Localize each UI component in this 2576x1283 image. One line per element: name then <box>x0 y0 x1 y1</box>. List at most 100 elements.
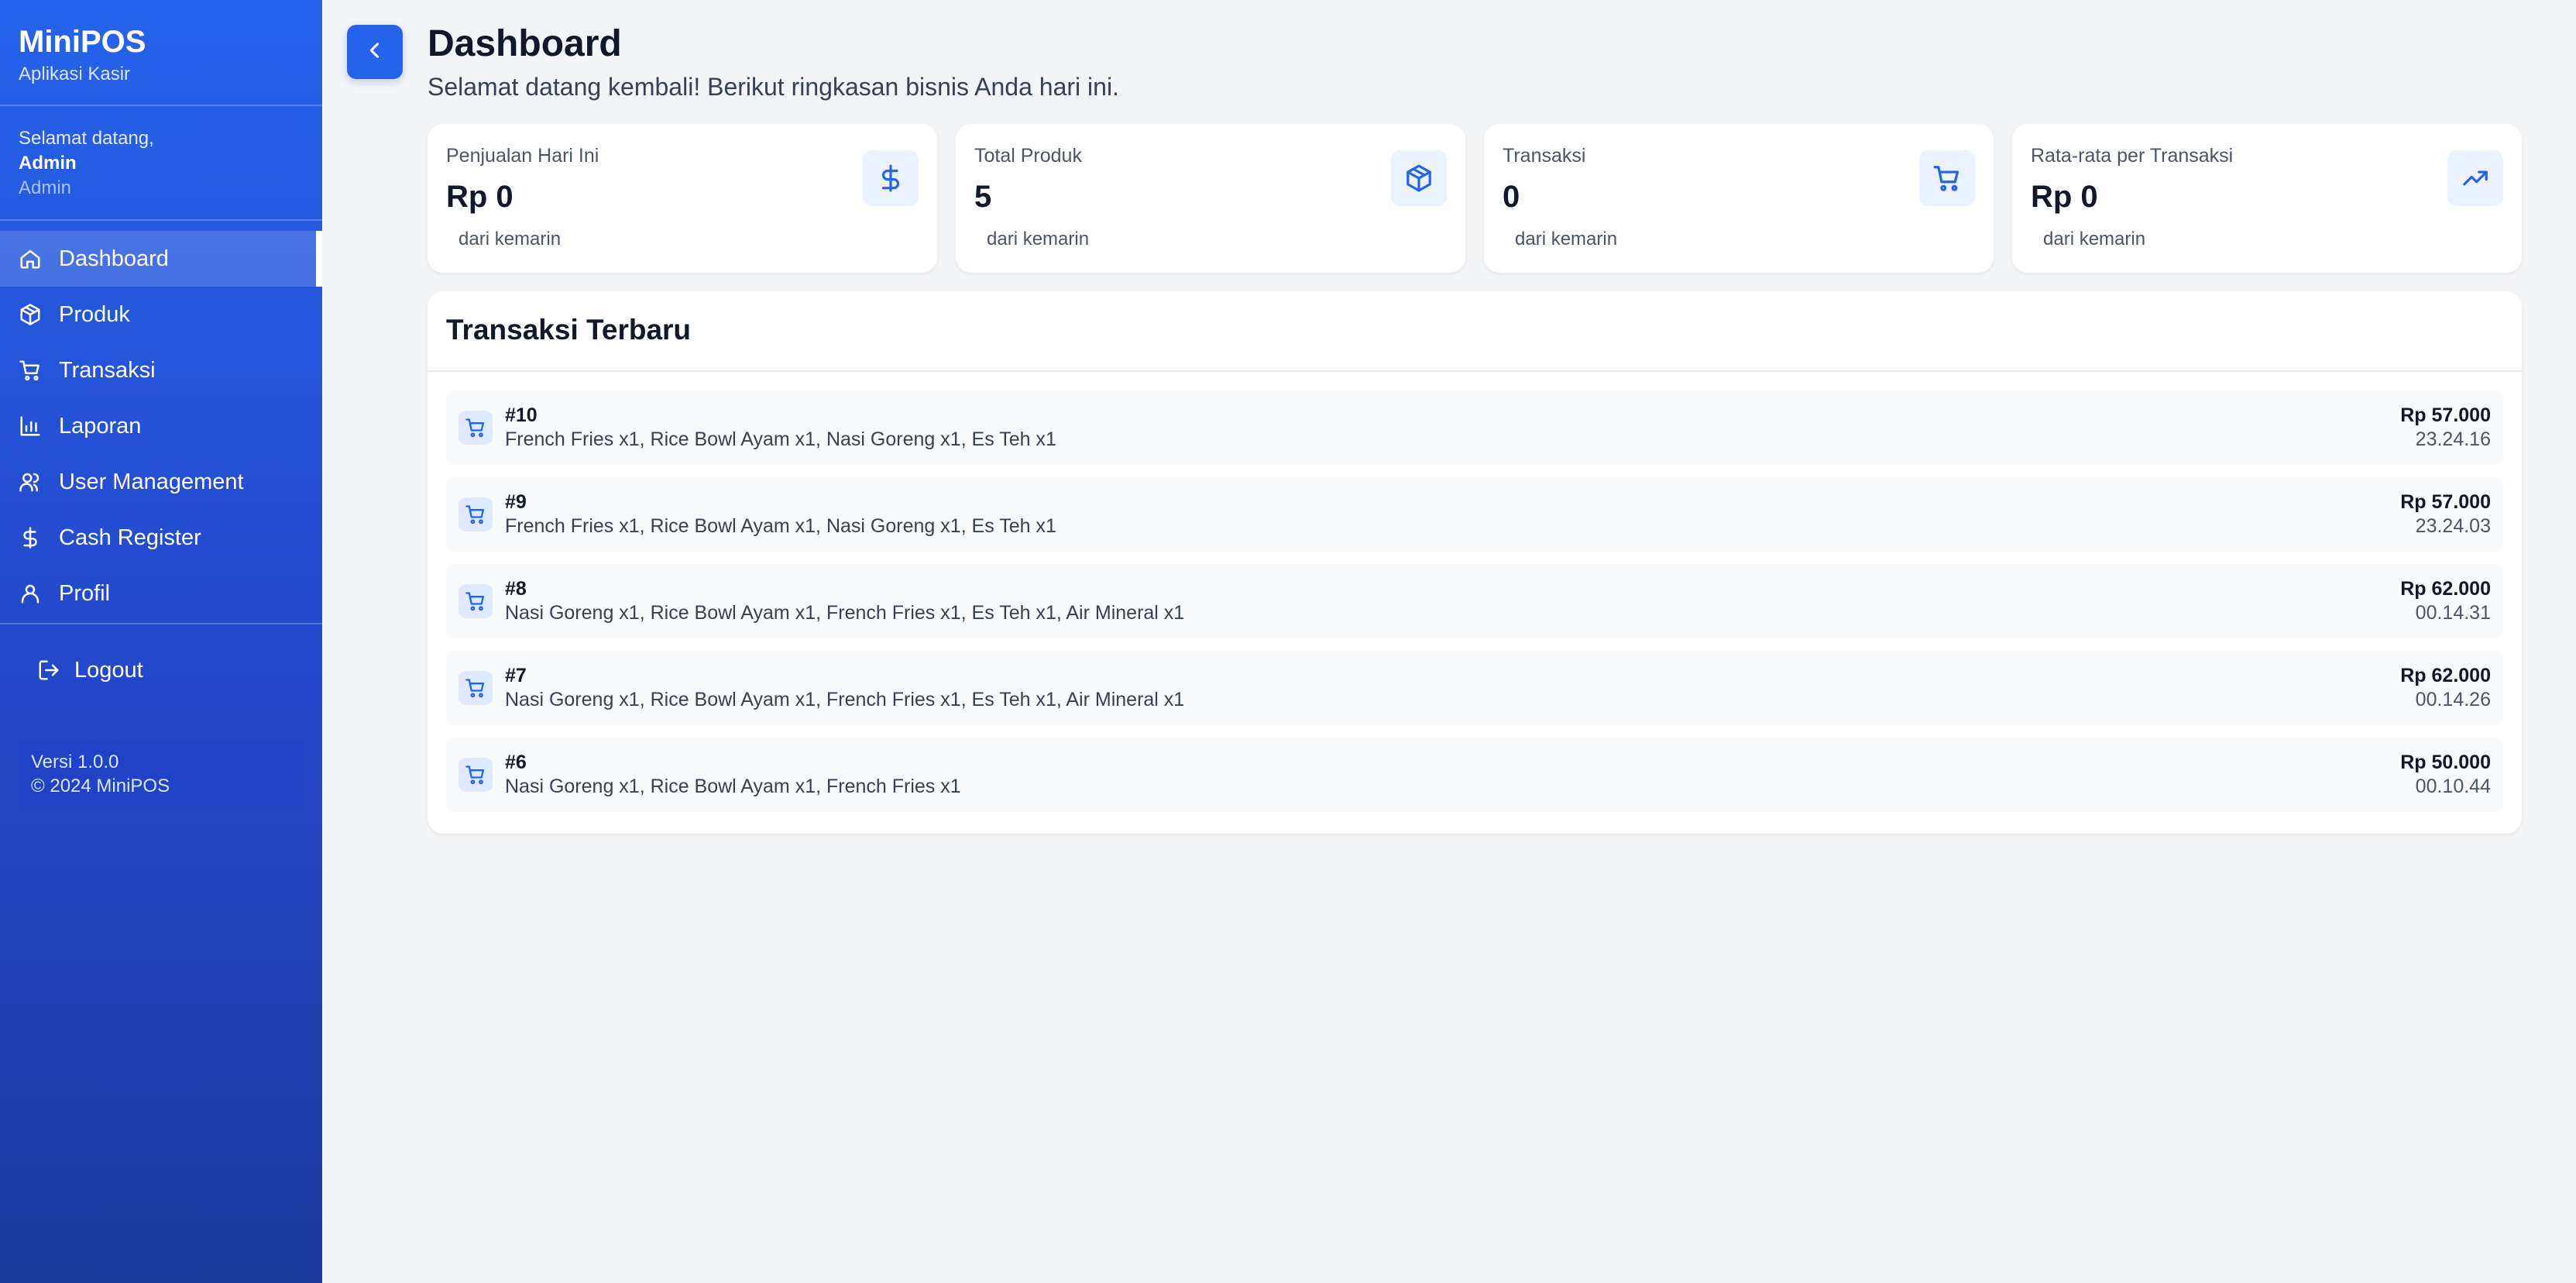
bar-chart-icon <box>19 414 42 438</box>
logout-icon <box>37 659 60 682</box>
transaction-time: 00.14.26 <box>2415 689 2491 710</box>
cart-icon <box>1919 150 1975 206</box>
box-icon <box>1391 150 1447 206</box>
page-title: Dashboard <box>428 23 622 64</box>
version-info: Versi 1.0.0 © 2024 MiniPOS <box>19 741 304 807</box>
sidebar-item-profil[interactable]: Profil <box>0 566 322 621</box>
transaction-meta: Rp 62.000 00.14.31 <box>2400 577 2491 625</box>
transaction-row[interactable]: #10 French Fries x1, Rice Bowl Ayam x1, … <box>446 390 2503 465</box>
sidebar: MiniPOS Aplikasi Kasir Selamat datang, A… <box>0 0 322 1283</box>
stat-value: Rp 0 <box>446 180 513 214</box>
transaction-meta: Rp 57.000 23.24.16 <box>2400 404 2491 452</box>
transaction-meta: Rp 50.000 00.10.44 <box>2400 751 2491 799</box>
sidebar-item-label: Produk <box>59 301 130 327</box>
sidebar-item-dashboard[interactable]: Dashboard <box>0 231 322 287</box>
sidebar-divider <box>0 623 322 624</box>
users-icon <box>19 470 42 494</box>
transaction-time: 00.10.44 <box>2415 776 2491 797</box>
brand-title: MiniPOS <box>19 25 146 59</box>
stat-value: Rp 0 <box>2031 180 2098 214</box>
user-name: Admin <box>19 153 77 174</box>
transaction-amount: Rp 50.000 <box>2400 752 2491 773</box>
transaction-time: 23.24.16 <box>2415 428 2491 450</box>
sidebar-nav: Dashboard Produk Transaksi Laporan User … <box>0 231 322 621</box>
stat-note: dari kemarin <box>1515 229 1618 249</box>
transaction-info: #6 Nasi Goreng x1, Rice Bowl Ayam x1, Fr… <box>505 751 2400 799</box>
transaction-amount: Rp 57.000 <box>2400 404 2491 426</box>
stat-note: dari kemarin <box>987 229 1090 249</box>
transaction-row[interactable]: #9 French Fries x1, Rice Bowl Ayam x1, N… <box>446 477 2503 552</box>
sidebar-item-label: Dashboard <box>59 246 169 271</box>
transaction-items: Nasi Goreng x1, Rice Bowl Ayam x1, Frenc… <box>505 602 1185 624</box>
trending-up-icon <box>2447 150 2503 206</box>
transaction-row[interactable]: #8 Nasi Goreng x1, Rice Bowl Ayam x1, Fr… <box>446 564 2503 638</box>
transaction-time: 00.14.31 <box>2415 602 2491 624</box>
stat-card-transaksi: Transaksi 0 dari kemarin <box>1484 124 1994 273</box>
transaction-id: #9 <box>505 491 527 513</box>
sidebar-item-transaksi[interactable]: Transaksi <box>0 342 322 398</box>
sidebar-toggle-button[interactable] <box>347 25 403 79</box>
box-icon <box>19 303 42 326</box>
stat-label: Total Produk <box>974 145 1082 167</box>
stat-card-rata-rata: Rata-rata per Transaksi Rp 0 dari kemari… <box>2012 124 2522 273</box>
version-text: Versi 1.0.0 <box>31 752 119 772</box>
user-info: Selamat datang, Admin Admin <box>0 106 322 221</box>
stats-row: Penjualan Hari Ini Rp 0 dari kemarin Tot… <box>428 124 2522 273</box>
recent-transactions-title: Transaksi Terbaru <box>446 314 692 346</box>
transaction-meta: Rp 62.000 00.14.26 <box>2400 664 2491 712</box>
transaction-row[interactable]: #7 Nasi Goreng x1, Rice Bowl Ayam x1, Fr… <box>446 651 2503 725</box>
user-role: Admin <box>19 177 72 198</box>
transaction-time: 23.24.03 <box>2415 515 2491 537</box>
copyright-text: © 2024 MiniPOS <box>31 776 170 796</box>
stat-note: dari kemarin <box>2043 229 2146 249</box>
recent-transactions-header: Transaksi Terbaru <box>428 291 2522 372</box>
transaction-amount: Rp 62.000 <box>2400 578 2491 600</box>
sidebar-item-label: Profil <box>59 580 111 606</box>
stat-value: 5 <box>974 180 992 214</box>
transaction-id: #7 <box>505 665 527 686</box>
brand-subtitle: Aplikasi Kasir <box>19 64 131 84</box>
transaction-id: #6 <box>505 752 527 773</box>
dollar-icon <box>19 526 42 549</box>
user-greeting: Selamat datang, <box>19 128 154 149</box>
brand: MiniPOS Aplikasi Kasir <box>0 0 322 106</box>
cart-icon <box>19 359 42 382</box>
stat-label: Penjualan Hari Ini <box>446 145 599 167</box>
transaction-items: Nasi Goreng x1, Rice Bowl Ayam x1, Frenc… <box>505 776 961 797</box>
transaction-info: #10 French Fries x1, Rice Bowl Ayam x1, … <box>505 404 2400 452</box>
sidebar-item-produk[interactable]: Produk <box>0 287 322 342</box>
sidebar-item-label: Cash Register <box>59 525 201 550</box>
logout-label: Logout <box>74 657 143 683</box>
transaction-items: French Fries x1, Rice Bowl Ayam x1, Nasi… <box>505 515 1056 537</box>
sidebar-item-cash-register[interactable]: Cash Register <box>0 510 322 566</box>
transaction-items: Nasi Goreng x1, Rice Bowl Ayam x1, Frenc… <box>505 689 1185 710</box>
transaction-amount: Rp 57.000 <box>2400 491 2491 513</box>
cart-icon <box>459 758 493 792</box>
transaction-items: French Fries x1, Rice Bowl Ayam x1, Nasi… <box>505 428 1056 450</box>
sidebar-item-label: User Management <box>59 469 244 494</box>
user-icon <box>19 582 42 605</box>
cart-icon <box>459 584 493 618</box>
stat-note: dari kemarin <box>459 229 562 249</box>
transaction-id: #8 <box>505 578 527 600</box>
transaction-meta: Rp 57.000 23.24.03 <box>2400 490 2491 538</box>
app-root: MiniPOS Aplikasi Kasir Selamat datang, A… <box>0 0 2576 1283</box>
chevron-left-icon <box>364 40 386 65</box>
stat-card-total-produk: Total Produk 5 dari kemarin <box>956 124 1465 273</box>
stat-value: 0 <box>1503 180 1520 214</box>
logout-button[interactable]: Logout <box>37 643 143 697</box>
sidebar-item-laporan[interactable]: Laporan <box>0 398 322 454</box>
sidebar-item-label: Transaksi <box>59 357 156 383</box>
transaction-id: #10 <box>505 404 538 426</box>
stat-label: Rata-rata per Transaksi <box>2031 145 2234 167</box>
cart-icon <box>459 411 493 445</box>
cart-icon <box>459 497 493 531</box>
dollar-icon <box>863 150 919 206</box>
sidebar-item-user-management[interactable]: User Management <box>0 454 322 510</box>
cart-icon <box>459 671 493 705</box>
transaction-row[interactable]: #6 Nasi Goreng x1, Rice Bowl Ayam x1, Fr… <box>446 738 2503 812</box>
transaction-info: #7 Nasi Goreng x1, Rice Bowl Ayam x1, Fr… <box>505 664 2400 712</box>
sidebar-item-label: Laporan <box>59 413 142 439</box>
transaction-amount: Rp 62.000 <box>2400 665 2491 686</box>
recent-transactions-card: Transaksi Terbaru #10 French Fries x1, R… <box>428 291 2522 834</box>
